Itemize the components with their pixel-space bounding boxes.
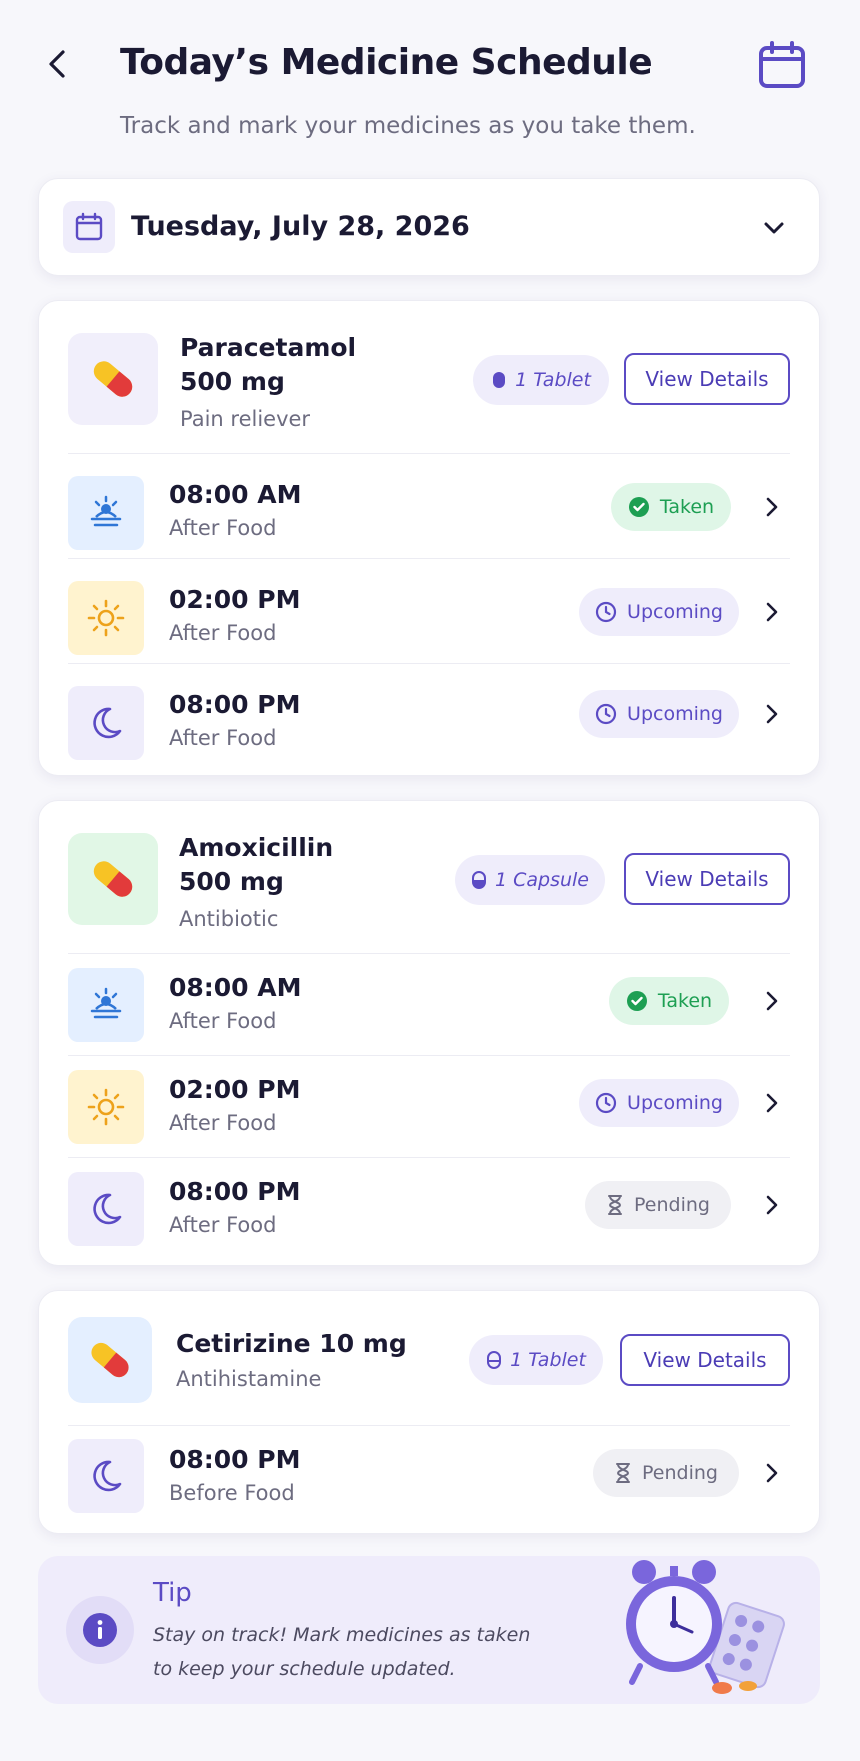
- medicine-card: Paracetamol 500 mg Pain reliever 1 Table…: [38, 300, 820, 776]
- dose-food: After Food: [169, 1009, 277, 1033]
- dose-food: After Food: [169, 516, 277, 540]
- header: Today’s Medicine Schedule Track and mark…: [0, 0, 860, 160]
- chevron-right-icon: [766, 602, 778, 622]
- status-badge: Upcoming: [579, 588, 739, 636]
- view-details-button[interactable]: View Details: [624, 353, 790, 405]
- date-selector[interactable]: Tuesday, July 28, 2026: [38, 178, 820, 276]
- tablet-icon: [493, 372, 506, 388]
- chevron-right-icon: [766, 1195, 778, 1215]
- dose-row[interactable]: 08:00 PM After Food Pending: [39, 1157, 819, 1261]
- sun-icon: [68, 581, 144, 655]
- capsule-icon: [91, 1342, 129, 1378]
- check-circle-icon: [626, 991, 647, 1011]
- dose-food: Before Food: [169, 1481, 295, 1505]
- info-icon: [66, 1596, 134, 1664]
- back-button[interactable]: [38, 44, 78, 84]
- status-badge: Taken: [611, 483, 731, 531]
- page-subtitle: Track and mark your medicines as you tak…: [120, 113, 696, 139]
- view-details-button[interactable]: View Details: [624, 853, 790, 905]
- capsule-small-icon: [471, 871, 486, 889]
- pill-image: [68, 1317, 152, 1403]
- view-details-button[interactable]: View Details: [620, 1334, 790, 1386]
- chevron-left-icon: [49, 50, 65, 78]
- dose-time: 08:00 AM: [169, 973, 302, 1002]
- dose-time: 02:00 PM: [169, 585, 301, 614]
- chevron-down-icon: [764, 222, 784, 234]
- status-badge: Upcoming: [579, 690, 739, 738]
- pill-image: [68, 833, 158, 925]
- moon-icon: [68, 1439, 144, 1513]
- dose-row[interactable]: 02:00 PM After Food Upcoming: [39, 559, 819, 663]
- medicine-category: Pain reliever: [180, 407, 311, 431]
- dose-food: After Food: [169, 726, 277, 750]
- medicine-category: Antihistamine: [176, 1367, 322, 1391]
- medicine-name: Cetirizine 10 mg: [176, 1329, 407, 1358]
- clock-icon: [595, 703, 617, 725]
- medicine-category: Antibiotic: [179, 907, 279, 931]
- capsule-icon: [93, 361, 133, 397]
- chevron-right-icon: [766, 704, 778, 724]
- clock-icon: [595, 601, 617, 623]
- dose-time: 08:00 PM: [169, 690, 301, 719]
- pill-image: [68, 333, 158, 425]
- chevron-right-icon: [766, 1093, 778, 1113]
- hourglass-icon: [616, 1463, 631, 1483]
- dose-food: After Food: [169, 1111, 277, 1135]
- tablet-icon: [487, 1351, 502, 1369]
- dose-badge: 1 Tablet: [469, 1335, 603, 1385]
- moon-icon: [68, 1172, 144, 1246]
- dose-row[interactable]: 08:00 PM After Food Upcoming: [39, 664, 819, 768]
- dose-food: After Food: [169, 1213, 277, 1237]
- dose-time: 02:00 PM: [169, 1075, 301, 1104]
- chevron-right-icon: [766, 991, 778, 1011]
- medicine-name: Paracetamol: [180, 333, 357, 362]
- dose-row[interactable]: 08:00 AM After Food Taken: [39, 953, 819, 1057]
- sunrise-icon: [68, 476, 144, 550]
- dose-time: 08:00 PM: [169, 1177, 301, 1206]
- medicine-strength: 500 mg: [180, 367, 285, 396]
- status-badge: Taken: [609, 977, 729, 1025]
- chevron-right-icon: [766, 1463, 778, 1483]
- tip-title: Tip: [153, 1578, 192, 1608]
- clock-icon: [595, 1092, 617, 1114]
- dose-time: 08:00 AM: [169, 480, 302, 509]
- status-badge: Upcoming: [579, 1079, 739, 1127]
- status-badge: Pending: [585, 1181, 731, 1229]
- hourglass-icon: [608, 1195, 623, 1215]
- sunrise-icon: [68, 968, 144, 1042]
- dose-row[interactable]: 08:00 PM Before Food Pending: [39, 1425, 819, 1529]
- medicine-card: Amoxicillin 500 mg Antibiotic 1 Capsule …: [38, 800, 820, 1266]
- moon-icon: [68, 686, 144, 760]
- dose-food: After Food: [169, 621, 277, 645]
- capsule-icon: [93, 861, 133, 897]
- dose-badge: 1 Tablet: [473, 355, 609, 405]
- sun-icon: [68, 1070, 144, 1144]
- dose-row[interactable]: 02:00 PM After Food Upcoming: [39, 1055, 819, 1159]
- calendar-icon: [63, 201, 115, 253]
- selected-date: Tuesday, July 28, 2026: [131, 211, 470, 242]
- calendar-icon: [759, 41, 805, 88]
- alarm-clock-pills-illustration: [626, 1560, 785, 1694]
- dose-row[interactable]: 08:00 AM After Food Taken: [39, 454, 819, 558]
- check-circle-icon: [628, 497, 649, 517]
- status-badge: Pending: [593, 1449, 739, 1497]
- page-title: Today’s Medicine Schedule: [120, 42, 653, 83]
- dose-time: 08:00 PM: [169, 1445, 301, 1474]
- medicine-name: Amoxicillin: [179, 833, 334, 862]
- medicine-card: Cetirizine 10 mg Antihistamine 1 Tablet …: [38, 1290, 820, 1534]
- medicine-strength: 500 mg: [179, 867, 284, 896]
- tip-body: Stay on track! Mark medicines as taken t…: [153, 1624, 531, 1680]
- calendar-button[interactable]: [756, 40, 808, 92]
- chevron-right-icon: [766, 497, 778, 517]
- dose-badge: 1 Capsule: [455, 855, 605, 905]
- tip-banner: Tip Stay on track! Mark medicines as tak…: [38, 1556, 820, 1704]
